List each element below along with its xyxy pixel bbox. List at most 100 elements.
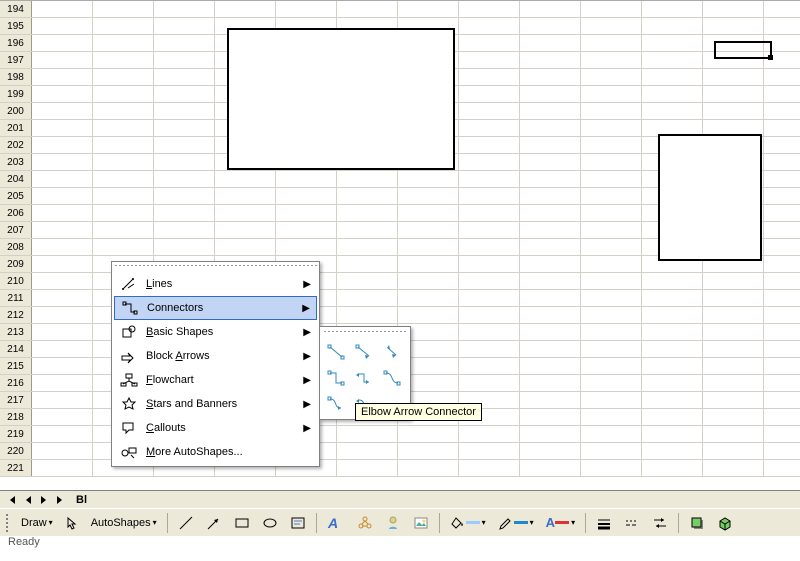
- first-sheet-button[interactable]: [4, 493, 20, 507]
- row-header[interactable]: 216: [0, 375, 32, 391]
- font-color-button[interactable]: A ▾: [541, 512, 580, 534]
- line-button[interactable]: [173, 512, 199, 534]
- row-header[interactable]: 208: [0, 239, 32, 255]
- menu-grip[interactable]: [114, 264, 317, 270]
- separator: [167, 513, 168, 533]
- submenu-arrow-icon: ▶: [303, 423, 311, 434]
- row-header[interactable]: 194: [0, 1, 32, 17]
- draw-menu-button[interactable]: Draw ▾: [16, 512, 58, 534]
- separator: [678, 513, 679, 533]
- clipart-button[interactable]: [380, 512, 406, 534]
- submenu-grip[interactable]: [323, 330, 407, 336]
- last-sheet-button[interactable]: [52, 493, 68, 507]
- submenu-arrow-icon: ▶: [303, 351, 311, 362]
- submenu-arrow-icon: ▶: [303, 327, 311, 338]
- shadow-style-button[interactable]: [684, 512, 710, 534]
- straight-double-arrow-connector-button[interactable]: [379, 340, 405, 364]
- elbow-double-arrow-connector-button[interactable]: [351, 366, 377, 390]
- menu-icon: [118, 396, 140, 412]
- wordart-button[interactable]: A: [322, 512, 350, 534]
- font-color-swatch: [555, 521, 569, 524]
- rectangle-shape-1[interactable]: [227, 28, 455, 170]
- menu-label: Lines: [140, 278, 303, 290]
- menu-icon: [118, 324, 140, 340]
- row-header[interactable]: 213: [0, 324, 32, 340]
- menu-label: Callouts: [140, 422, 303, 434]
- select-objects-button[interactable]: [60, 512, 84, 534]
- line-color-button[interactable]: ▾: [493, 512, 539, 534]
- row-header[interactable]: 198: [0, 69, 32, 85]
- row-header[interactable]: 221: [0, 460, 32, 476]
- row-header[interactable]: 210: [0, 273, 32, 289]
- caret-icon: ▾: [530, 518, 534, 527]
- dash-style-button[interactable]: [619, 512, 645, 534]
- caret-icon: ▾: [49, 518, 53, 527]
- autoshapes-menu-button[interactable]: AutoShapes ▾: [86, 512, 162, 534]
- svg-text:A: A: [327, 515, 338, 531]
- sheet-tab-strip: Bl: [0, 490, 800, 508]
- elbow-connector-button[interactable]: [323, 366, 349, 390]
- next-sheet-button[interactable]: [36, 493, 52, 507]
- row-header[interactable]: 212: [0, 307, 32, 323]
- menu-label: Flowchart: [140, 374, 303, 386]
- prev-sheet-button[interactable]: [20, 493, 36, 507]
- row-header[interactable]: 205: [0, 188, 32, 204]
- sheet-tab[interactable]: Bl: [76, 494, 87, 506]
- row-header[interactable]: 215: [0, 358, 32, 374]
- submenu-arrow-icon: ▶: [302, 303, 310, 314]
- separator: [439, 513, 440, 533]
- drawing-toolbar: Draw ▾ AutoShapes ▾ A ▾: [0, 508, 800, 536]
- straight-arrow-connector-button[interactable]: [351, 340, 377, 364]
- row-header[interactable]: 203: [0, 154, 32, 170]
- row-header[interactable]: 217: [0, 392, 32, 408]
- row-header[interactable]: 220: [0, 443, 32, 459]
- menu-item-connectors[interactable]: Connectors▶: [114, 296, 317, 320]
- row-header[interactable]: 214: [0, 341, 32, 357]
- menu-item-more-autoshapes-[interactable]: More AutoShapes...: [114, 440, 317, 464]
- separator: [585, 513, 586, 533]
- arrow-button[interactable]: [201, 512, 227, 534]
- row-header[interactable]: 211: [0, 290, 32, 306]
- diagram-button[interactable]: [352, 512, 378, 534]
- straight-connector-button[interactable]: [323, 340, 349, 364]
- 3d-style-button[interactable]: [712, 512, 738, 534]
- arrow-style-button[interactable]: [647, 512, 673, 534]
- menu-icon: [118, 444, 140, 460]
- rectangle-shape-2[interactable]: [658, 134, 762, 261]
- row-header[interactable]: 204: [0, 171, 32, 187]
- menu-item-flowchart[interactable]: Flowchart▶: [114, 368, 317, 392]
- caret-icon: ▾: [482, 518, 486, 527]
- menu-item-lines[interactable]: Lines▶: [114, 272, 317, 296]
- row-header[interactable]: 219: [0, 426, 32, 442]
- oval-button[interactable]: [257, 512, 283, 534]
- line-style-button[interactable]: [591, 512, 617, 534]
- row-header[interactable]: 218: [0, 409, 32, 425]
- curved-arrow-connector-button[interactable]: [323, 392, 349, 416]
- autoshapes-menu: Lines▶Connectors▶Basic Shapes▶Block Arro…: [111, 261, 320, 467]
- menu-item-basic-shapes[interactable]: Basic Shapes▶: [114, 320, 317, 344]
- menu-item-callouts[interactable]: Callouts▶: [114, 416, 317, 440]
- menu-item-stars-and-banners[interactable]: Stars and Banners▶: [114, 392, 317, 416]
- rectangle-button[interactable]: [229, 512, 255, 534]
- row-header[interactable]: 199: [0, 86, 32, 102]
- row-header[interactable]: 206: [0, 205, 32, 221]
- fill-color-button[interactable]: ▾: [445, 512, 491, 534]
- menu-icon: [118, 420, 140, 436]
- row-header[interactable]: 207: [0, 222, 32, 238]
- row-header[interactable]: 195: [0, 18, 32, 34]
- curved-connector-button[interactable]: [379, 366, 405, 390]
- row-header[interactable]: 200: [0, 103, 32, 119]
- textbox-button[interactable]: [285, 512, 311, 534]
- toolbar-grip[interactable]: [6, 514, 10, 532]
- menu-icon: [119, 300, 141, 316]
- tooltip: Elbow Arrow Connector: [355, 403, 482, 421]
- row-header[interactable]: 209: [0, 256, 32, 272]
- row-header[interactable]: 196: [0, 35, 32, 51]
- row-cells[interactable]: [32, 1, 800, 17]
- row-header[interactable]: 202: [0, 137, 32, 153]
- insert-picture-button[interactable]: [408, 512, 434, 534]
- row-header[interactable]: 197: [0, 52, 32, 68]
- menu-item-block-arrows[interactable]: Block Arrows▶: [114, 344, 317, 368]
- caret-icon: ▾: [571, 518, 575, 527]
- row-header[interactable]: 201: [0, 120, 32, 136]
